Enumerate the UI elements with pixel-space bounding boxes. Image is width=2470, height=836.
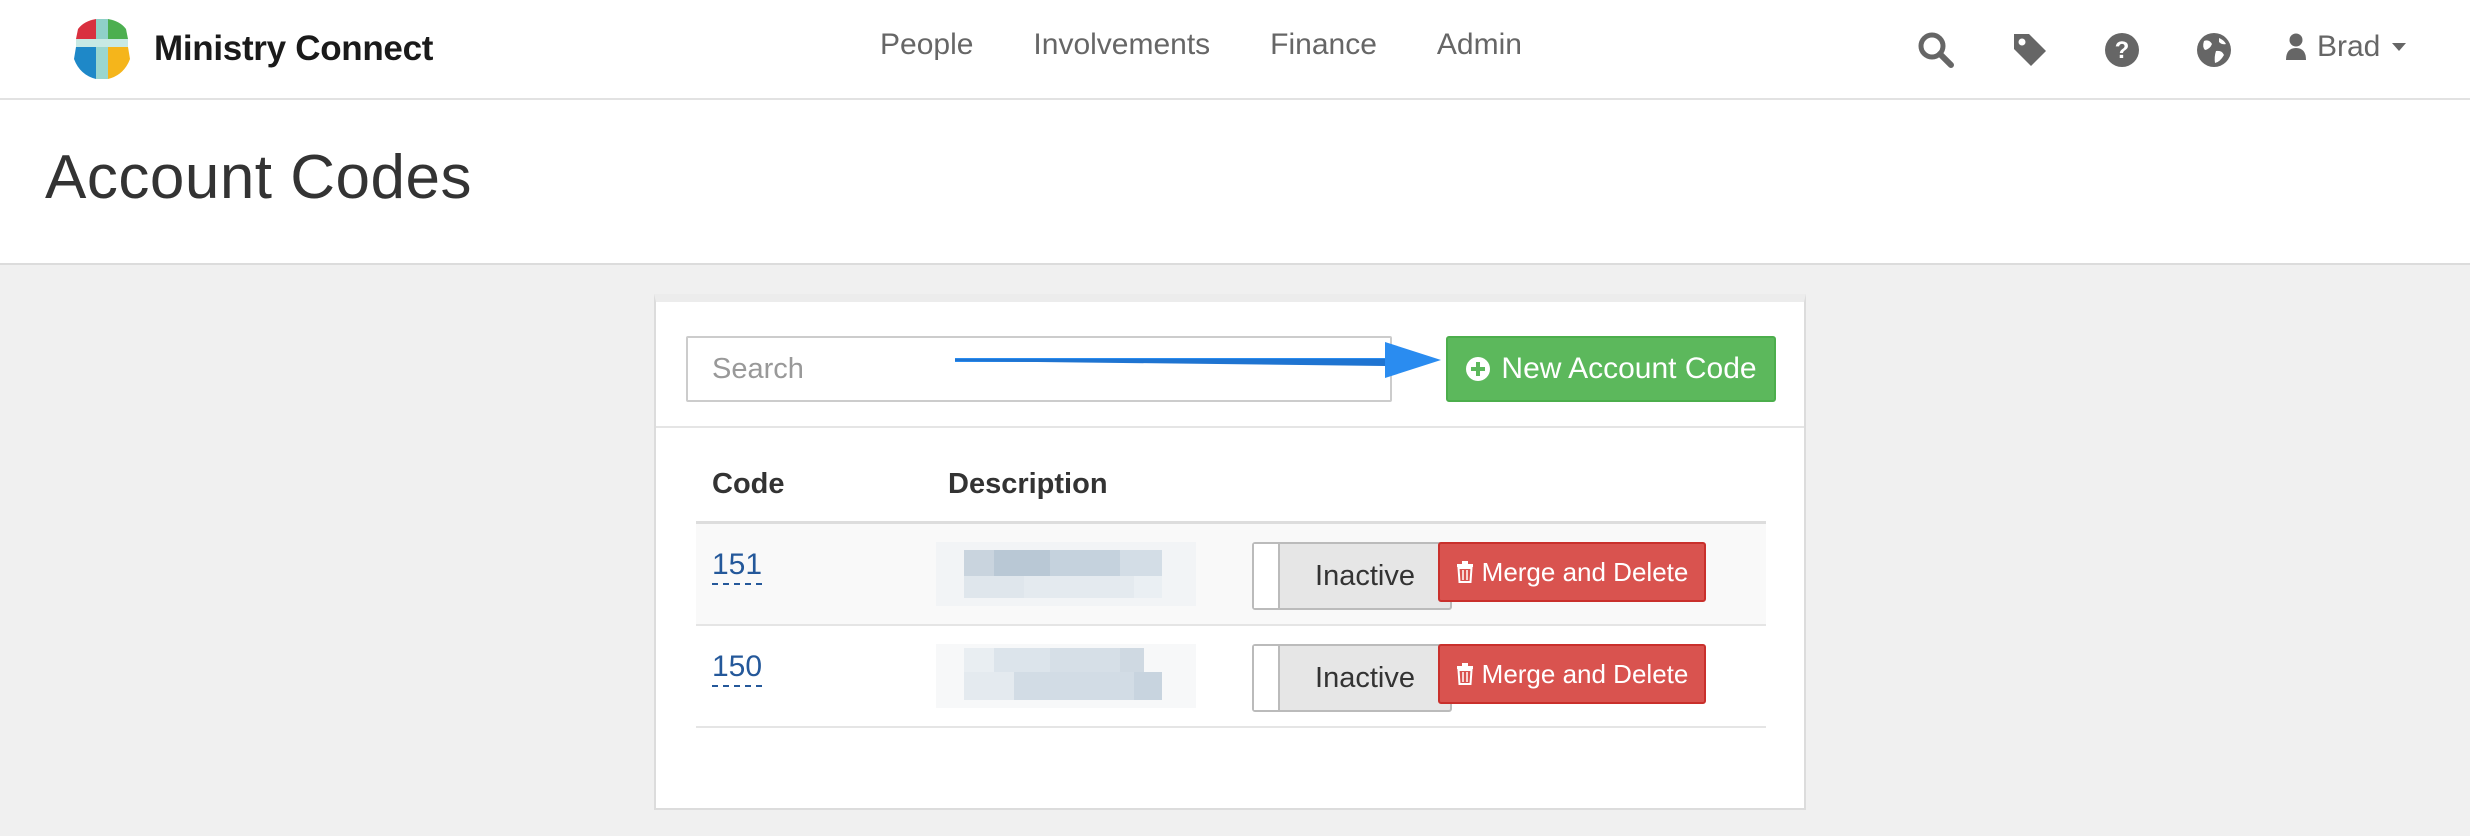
- code-link[interactable]: 151: [712, 548, 763, 585]
- toggle-knob: [1254, 646, 1280, 710]
- table-row: 150 Inactive Merge and Delete: [696, 626, 1766, 728]
- help-icon[interactable]: ?: [2096, 24, 2148, 76]
- main-nav: People Involvements Finance Admin: [880, 28, 1522, 62]
- merge-and-delete-button[interactable]: Merge and Delete: [1438, 644, 1706, 704]
- search-icon[interactable]: [1910, 24, 1962, 76]
- table-header: Code Description: [696, 460, 1766, 524]
- ministry-connect-logo-icon: [74, 19, 130, 79]
- toggle-label: Inactive: [1315, 559, 1415, 592]
- redacted-description: [936, 644, 1196, 708]
- user-name: Brad: [2317, 30, 2381, 63]
- nav-people[interactable]: People: [880, 28, 973, 62]
- user-menu[interactable]: Brad: [2285, 30, 2408, 64]
- globe-icon[interactable]: [2188, 24, 2240, 76]
- nav-admin[interactable]: Admin: [1437, 28, 1522, 62]
- new-account-code-button[interactable]: New Account Code: [1446, 336, 1776, 402]
- caret-down-icon: [2392, 43, 2407, 51]
- redacted-description: [936, 542, 1196, 606]
- trash-icon: [1456, 663, 1473, 685]
- merge-and-delete-button[interactable]: Merge and Delete: [1438, 542, 1706, 602]
- toggle-knob: [1254, 544, 1280, 608]
- trash-icon: [1456, 561, 1473, 583]
- brand[interactable]: Ministry Connect: [68, 14, 433, 84]
- new-account-code-label: New Account Code: [1501, 352, 1757, 385]
- page-title: Account Codes: [45, 143, 472, 212]
- column-header-code: Code: [712, 468, 785, 500]
- plus-circle-icon: [1466, 357, 1491, 381]
- brand-name: Ministry Connect: [154, 29, 434, 68]
- merge-and-delete-label: Merge and Delete: [1481, 556, 1689, 587]
- nav-involvements[interactable]: Involvements: [1033, 28, 1210, 62]
- user-icon: [2286, 33, 2306, 60]
- svg-text:?: ?: [2115, 37, 2130, 64]
- table-row: 151 Inactive Merge and Delete: [696, 524, 1766, 626]
- search-input[interactable]: [686, 336, 1392, 402]
- panel-toolbar: New Account Code: [656, 302, 1804, 428]
- code-link[interactable]: 150: [712, 650, 763, 687]
- account-codes-panel: New Account Code Code Description 151 In…: [654, 294, 1806, 810]
- tag-icon[interactable]: [2004, 24, 2056, 76]
- top-navbar: Ministry Connect People Involvements Fin…: [0, 0, 2470, 100]
- merge-and-delete-label: Merge and Delete: [1481, 658, 1689, 689]
- active-toggle[interactable]: Inactive: [1252, 644, 1452, 712]
- page-header: Account Codes: [0, 100, 2470, 265]
- nav-finance[interactable]: Finance: [1270, 28, 1377, 62]
- active-toggle[interactable]: Inactive: [1252, 542, 1452, 610]
- account-codes-table: Code Description 151 Inactive Merge and …: [696, 460, 1766, 728]
- column-header-description: Description: [948, 468, 1108, 500]
- toggle-label: Inactive: [1315, 661, 1415, 694]
